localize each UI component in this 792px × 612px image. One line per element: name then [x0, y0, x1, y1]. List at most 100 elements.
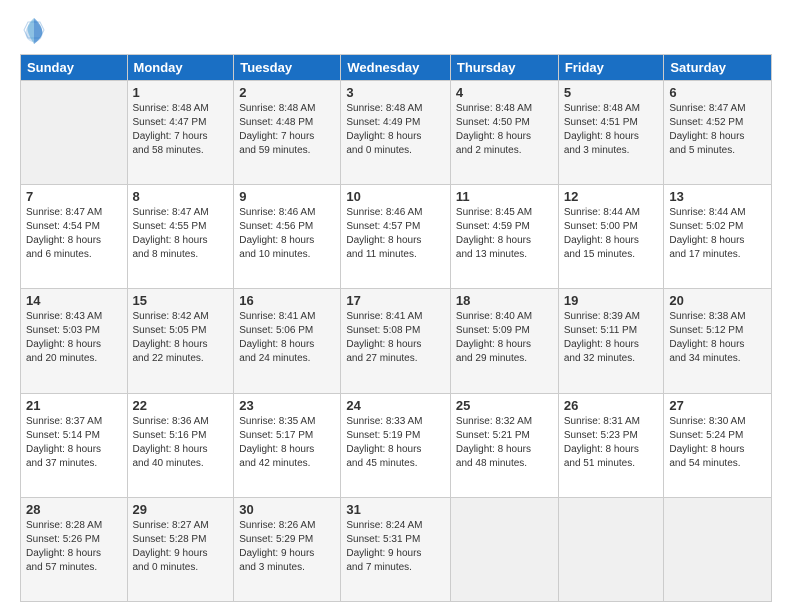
day-number: 10 [346, 189, 445, 204]
calendar-cell: 9 Sunrise: 8:46 AM Sunset: 4:56 PM Daylig… [234, 185, 341, 289]
calendar-cell: 15Sunrise: 8:42 AM Sunset: 5:05 PM Dayli… [127, 289, 234, 393]
calendar-week-5: 28 Sunrise: 8:28 AM Sunset: 5:26 PM Dayli… [21, 497, 772, 601]
day-number: 4 [456, 85, 553, 100]
day-info: Sunrise: 8:48 AM Sunset: 4:48 PM Dayligh… [239, 102, 335, 158]
day-number: 22 [133, 398, 229, 413]
calendar-cell: 31Sunrise: 8:24 AM Sunset: 5:31 PM Dayli… [341, 497, 451, 601]
day-number: 24 [346, 398, 445, 413]
day-number: 11 [456, 189, 553, 204]
calendar-cell: 16 Sunrise: 8:41 AM Sunset: 5:06 PM Dayli… [234, 289, 341, 393]
day-info: Sunrise: 8:48 AM Sunset: 4:49 PM Dayligh… [346, 102, 445, 158]
page: SundayMondayTuesdayWednesdayThursdayFrid… [0, 0, 792, 612]
day-info: Sunrise: 8:46 AM Sunset: 4:57 PM Dayligh… [346, 206, 445, 262]
calendar-week-2: 7 Sunrise: 8:47 AM Sunset: 4:54 PM Daylig… [21, 185, 772, 289]
day-number: 18 [456, 293, 553, 308]
weekday-header-friday: Friday [558, 55, 664, 81]
day-number: 30 [239, 502, 335, 517]
weekday-header-thursday: Thursday [450, 55, 558, 81]
calendar-cell: 27 Sunrise: 8:30 AM Sunset: 5:24 PM Dayli… [664, 393, 772, 497]
day-number: 19 [564, 293, 659, 308]
calendar-cell: 25 Sunrise: 8:32 AM Sunset: 5:21 PM Dayli… [450, 393, 558, 497]
day-number: 31 [346, 502, 445, 517]
weekday-header-monday: Monday [127, 55, 234, 81]
day-info: Sunrise: 8:47 AM Sunset: 4:55 PM Dayligh… [133, 206, 229, 262]
calendar-cell: 5 Sunrise: 8:48 AM Sunset: 4:51 PM Daylig… [558, 81, 664, 185]
calendar-cell: 8 Sunrise: 8:47 AM Sunset: 4:55 PM Daylig… [127, 185, 234, 289]
weekday-header-wednesday: Wednesday [341, 55, 451, 81]
day-info: Sunrise: 8:48 AM Sunset: 4:51 PM Dayligh… [564, 102, 659, 158]
day-info: Sunrise: 8:33 AM Sunset: 5:19 PM Dayligh… [346, 415, 445, 471]
calendar-cell: 21 Sunrise: 8:37 AM Sunset: 5:14 PM Dayli… [21, 393, 128, 497]
calendar-cell: 14Sunrise: 8:43 AM Sunset: 5:03 PM Dayli… [21, 289, 128, 393]
calendar-cell [558, 497, 664, 601]
day-info: Sunrise: 8:28 AM Sunset: 5:26 PM Dayligh… [26, 519, 122, 575]
day-info: Sunrise: 8:40 AM Sunset: 5:09 PM Dayligh… [456, 310, 553, 366]
day-number: 29 [133, 502, 229, 517]
day-number: 27 [669, 398, 766, 413]
day-number: 8 [133, 189, 229, 204]
day-number: 26 [564, 398, 659, 413]
day-number: 21 [26, 398, 122, 413]
calendar-cell: 3 Sunrise: 8:48 AM Sunset: 4:49 PM Daylig… [341, 81, 451, 185]
weekday-header-tuesday: Tuesday [234, 55, 341, 81]
day-info: Sunrise: 8:30 AM Sunset: 5:24 PM Dayligh… [669, 415, 766, 471]
calendar-cell: 4Sunrise: 8:48 AM Sunset: 4:50 PM Daylig… [450, 81, 558, 185]
calendar-header-row: SundayMondayTuesdayWednesdayThursdayFrid… [21, 55, 772, 81]
day-info: Sunrise: 8:27 AM Sunset: 5:28 PM Dayligh… [133, 519, 229, 575]
day-info: Sunrise: 8:32 AM Sunset: 5:21 PM Dayligh… [456, 415, 553, 471]
day-info: Sunrise: 8:47 AM Sunset: 4:54 PM Dayligh… [26, 206, 122, 262]
day-info: Sunrise: 8:41 AM Sunset: 5:06 PM Dayligh… [239, 310, 335, 366]
logo [20, 16, 52, 44]
calendar-cell: 30Sunrise: 8:26 AM Sunset: 5:29 PM Dayli… [234, 497, 341, 601]
calendar-cell: 17 Sunrise: 8:41 AM Sunset: 5:08 PM Dayli… [341, 289, 451, 393]
calendar-cell [450, 497, 558, 601]
calendar-cell: 28 Sunrise: 8:28 AM Sunset: 5:26 PM Dayli… [21, 497, 128, 601]
day-number: 28 [26, 502, 122, 517]
calendar-cell: 19 Sunrise: 8:39 AM Sunset: 5:11 PM Dayli… [558, 289, 664, 393]
day-info: Sunrise: 8:46 AM Sunset: 4:56 PM Dayligh… [239, 206, 335, 262]
day-info: Sunrise: 8:38 AM Sunset: 5:12 PM Dayligh… [669, 310, 766, 366]
day-info: Sunrise: 8:42 AM Sunset: 5:05 PM Dayligh… [133, 310, 229, 366]
day-info: Sunrise: 8:44 AM Sunset: 5:00 PM Dayligh… [564, 206, 659, 262]
day-info: Sunrise: 8:44 AM Sunset: 5:02 PM Dayligh… [669, 206, 766, 262]
calendar-cell: 6 Sunrise: 8:47 AM Sunset: 4:52 PM Daylig… [664, 81, 772, 185]
calendar-cell: 1Sunrise: 8:48 AM Sunset: 4:47 PM Daylig… [127, 81, 234, 185]
calendar-cell: 24 Sunrise: 8:33 AM Sunset: 5:19 PM Dayli… [341, 393, 451, 497]
day-info: Sunrise: 8:47 AM Sunset: 4:52 PM Dayligh… [669, 102, 766, 158]
calendar: SundayMondayTuesdayWednesdayThursdayFrid… [20, 54, 772, 602]
calendar-cell [21, 81, 128, 185]
calendar-week-1: 1Sunrise: 8:48 AM Sunset: 4:47 PM Daylig… [21, 81, 772, 185]
day-info: Sunrise: 8:35 AM Sunset: 5:17 PM Dayligh… [239, 415, 335, 471]
day-number: 1 [133, 85, 229, 100]
day-info: Sunrise: 8:36 AM Sunset: 5:16 PM Dayligh… [133, 415, 229, 471]
logo-icon [20, 16, 48, 44]
weekday-header-sunday: Sunday [21, 55, 128, 81]
day-info: Sunrise: 8:39 AM Sunset: 5:11 PM Dayligh… [564, 310, 659, 366]
day-info: Sunrise: 8:45 AM Sunset: 4:59 PM Dayligh… [456, 206, 553, 262]
day-number: 17 [346, 293, 445, 308]
calendar-cell: 10 Sunrise: 8:46 AM Sunset: 4:57 PM Dayli… [341, 185, 451, 289]
day-number: 20 [669, 293, 766, 308]
day-number: 25 [456, 398, 553, 413]
calendar-cell: 26Sunrise: 8:31 AM Sunset: 5:23 PM Dayli… [558, 393, 664, 497]
day-number: 12 [564, 189, 659, 204]
day-info: Sunrise: 8:41 AM Sunset: 5:08 PM Dayligh… [346, 310, 445, 366]
day-number: 9 [239, 189, 335, 204]
day-info: Sunrise: 8:43 AM Sunset: 5:03 PM Dayligh… [26, 310, 122, 366]
day-number: 7 [26, 189, 122, 204]
weekday-header-saturday: Saturday [664, 55, 772, 81]
day-number: 5 [564, 85, 659, 100]
calendar-week-4: 21 Sunrise: 8:37 AM Sunset: 5:14 PM Dayli… [21, 393, 772, 497]
calendar-cell: 18 Sunrise: 8:40 AM Sunset: 5:09 PM Dayli… [450, 289, 558, 393]
day-info: Sunrise: 8:37 AM Sunset: 5:14 PM Dayligh… [26, 415, 122, 471]
calendar-cell: 12 Sunrise: 8:44 AM Sunset: 5:00 PM Dayli… [558, 185, 664, 289]
day-number: 13 [669, 189, 766, 204]
header [20, 16, 772, 44]
calendar-cell: 11 Sunrise: 8:45 AM Sunset: 4:59 PM Dayli… [450, 185, 558, 289]
calendar-cell: 20 Sunrise: 8:38 AM Sunset: 5:12 PM Dayli… [664, 289, 772, 393]
day-number: 6 [669, 85, 766, 100]
day-number: 2 [239, 85, 335, 100]
calendar-cell: 22 Sunrise: 8:36 AM Sunset: 5:16 PM Dayli… [127, 393, 234, 497]
day-number: 3 [346, 85, 445, 100]
day-number: 16 [239, 293, 335, 308]
